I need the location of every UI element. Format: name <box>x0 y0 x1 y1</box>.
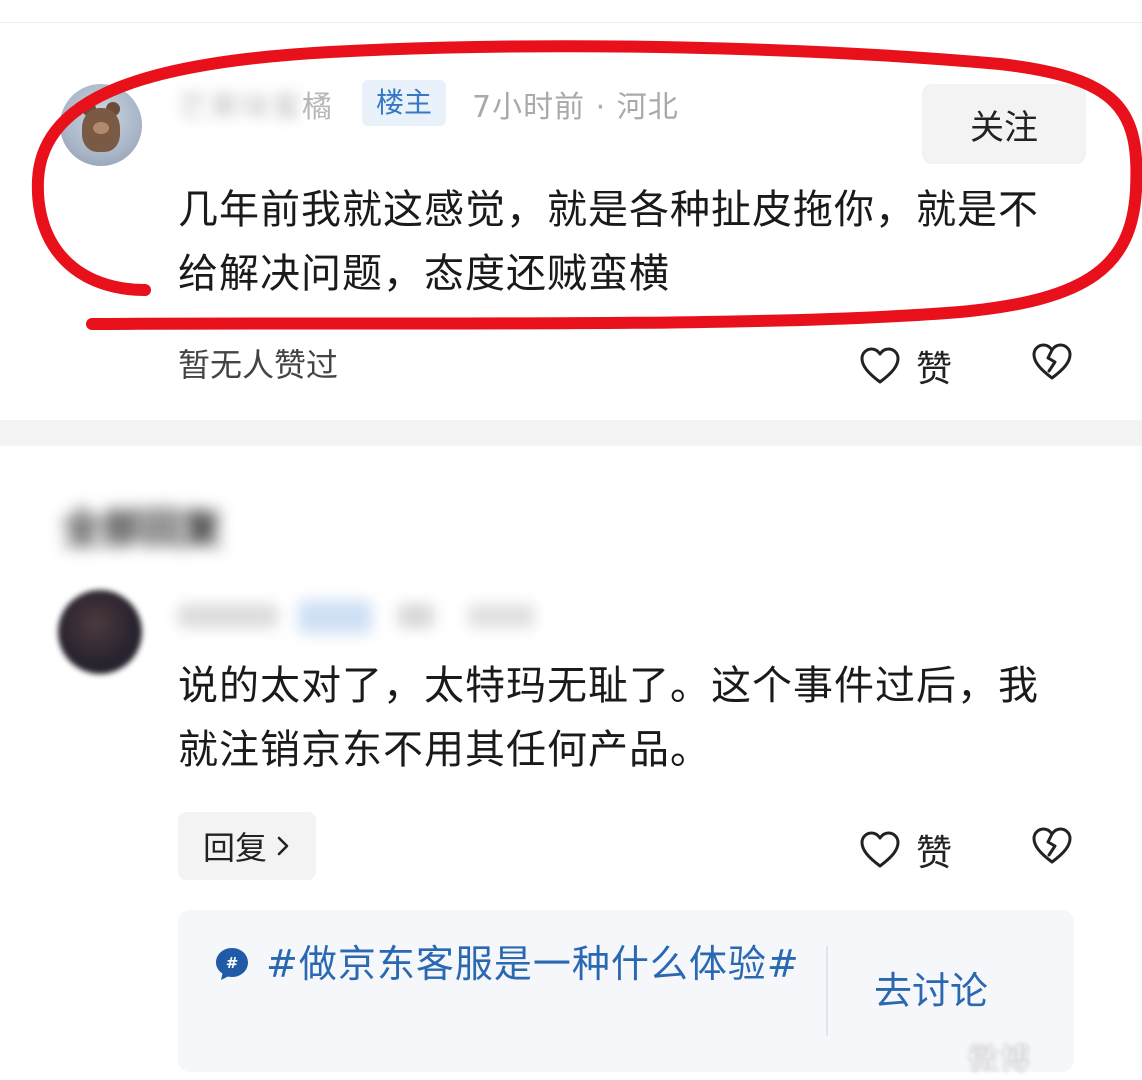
broken-heart-icon <box>1032 343 1072 380</box>
reply-username-blurred <box>178 604 278 628</box>
like-button[interactable]: 赞 <box>858 340 952 392</box>
replies-section-title: 全部回复 <box>62 506 222 552</box>
go-discuss-button[interactable]: 去讨论 <box>874 960 988 1015</box>
reply-comment-text: 说的太对了，太特玛无耻了。这个事件过后，我就注销京东不用其任何产品。 <box>178 663 1039 773</box>
reply-like-label: 赞 <box>916 833 953 874</box>
heart-icon <box>860 347 900 384</box>
topic-link[interactable]: #做京东客服是一种什么体验# <box>214 934 814 994</box>
likes-status: 暂无人赞过 <box>178 346 339 384</box>
op-avatar[interactable] <box>60 84 142 166</box>
reply-badge-blurred <box>298 600 372 634</box>
reply-like-button[interactable]: 赞 <box>858 824 952 876</box>
reply-label: 回复 <box>202 830 267 866</box>
op-username-visible: 橘 <box>302 90 333 125</box>
section-separator <box>0 420 1142 446</box>
op-username-masked: 芒果味蜜 <box>178 90 302 125</box>
reply-avatar[interactable] <box>58 590 142 674</box>
chevron-right-icon <box>277 836 289 856</box>
reply-button[interactable]: 回复 <box>178 812 316 880</box>
heart-icon <box>860 831 900 868</box>
broken-heart-icon <box>1032 827 1072 864</box>
reply-dislike-button[interactable] <box>1030 824 1074 868</box>
bear-face <box>93 122 109 134</box>
op-meta: 7小时前 · 河北 <box>472 90 679 125</box>
like-label: 赞 <box>916 349 953 390</box>
reply-time-blurred <box>398 604 434 628</box>
weibo-watermark: 微博 <box>968 1042 1032 1077</box>
follow-button[interactable]: 关注 <box>922 84 1086 164</box>
top-divider <box>0 22 1142 23</box>
op-username[interactable]: 芒果味蜜橘 <box>178 82 333 126</box>
dislike-button[interactable] <box>1030 340 1074 384</box>
op-badge: 楼主 <box>362 80 447 126</box>
op-comment-text: 几年前我就这感觉，就是各种扯皮拖你，就是不给解决问题，态度还贼蛮横 <box>178 187 1039 297</box>
reply-location-blurred <box>468 604 534 628</box>
topic-divider <box>826 946 828 1036</box>
topic-card[interactable]: # #做京东客服是一种什么体验# 去讨论 <box>178 910 1074 1072</box>
